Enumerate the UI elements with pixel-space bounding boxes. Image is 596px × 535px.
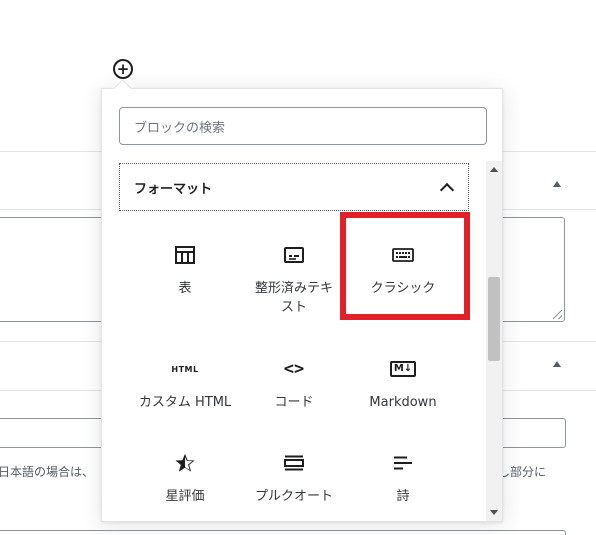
code-icon-text: <>	[283, 359, 305, 379]
panel-collapse-icon[interactable]	[553, 361, 561, 367]
markdown-icon-text: M↓	[389, 361, 417, 377]
html-icon-text: HTML	[171, 364, 199, 374]
table-icon	[175, 243, 195, 267]
editor-screen: 日本語の場合は、 し部分に + ブロックの検索 フォーマット 表 整形済みテキス…	[0, 0, 596, 535]
scroll-up-icon[interactable]	[490, 167, 498, 172]
block-label: 整形済みテキスト	[254, 281, 333, 315]
block-label: コード	[274, 395, 314, 410]
block-label: カスタム HTML	[138, 395, 232, 410]
block-item-star-rating[interactable]: 星評価	[130, 437, 240, 521]
next-field[interactable]	[0, 530, 566, 535]
markdown-icon: M↓	[389, 357, 417, 381]
star-icon	[174, 451, 196, 475]
help-text-left: 日本語の場合は、	[0, 465, 95, 479]
block-item-table[interactable]: 表	[130, 229, 240, 325]
block-item-pullquote[interactable]: プルクオート	[239, 437, 349, 521]
block-search-placeholder: ブロックの検索	[134, 120, 226, 136]
block-item-code[interactable]: <> コード	[239, 343, 349, 439]
panel-title: フォーマット	[134, 181, 213, 197]
html-icon: HTML	[171, 357, 198, 381]
block-item-verse[interactable]: 詩	[348, 437, 458, 521]
preformatted-icon	[284, 243, 304, 267]
pullquote-icon	[284, 451, 304, 475]
resize-handle-icon[interactable]	[553, 310, 562, 319]
highlight-box	[340, 212, 470, 320]
chevron-up-icon	[439, 182, 455, 197]
block-item-preformatted[interactable]: 整形済みテキスト	[239, 229, 349, 325]
block-label: 詩	[396, 489, 410, 504]
block-item-custom-html[interactable]: HTML カスタム HTML	[130, 343, 240, 439]
help-text-right: し部分に	[498, 465, 547, 479]
block-label: Markdown	[369, 395, 437, 410]
scroll-down-icon[interactable]	[490, 510, 498, 515]
block-label: プルクオート	[254, 489, 333, 504]
block-item-markdown[interactable]: M↓ Markdown	[348, 343, 458, 439]
results-scrollbar[interactable]	[486, 161, 502, 521]
block-label: 表	[178, 281, 192, 296]
panel-collapse-icon[interactable]	[553, 181, 561, 187]
verse-icon	[394, 451, 412, 475]
block-search-input[interactable]: ブロックの検索	[119, 107, 487, 145]
scroll-thumb[interactable]	[488, 277, 500, 361]
code-icon: <>	[284, 357, 304, 381]
add-block-icon[interactable]: +	[113, 59, 133, 79]
panel-toggle-formatting[interactable]: フォーマット	[119, 163, 469, 211]
block-label: 星評価	[165, 489, 205, 504]
